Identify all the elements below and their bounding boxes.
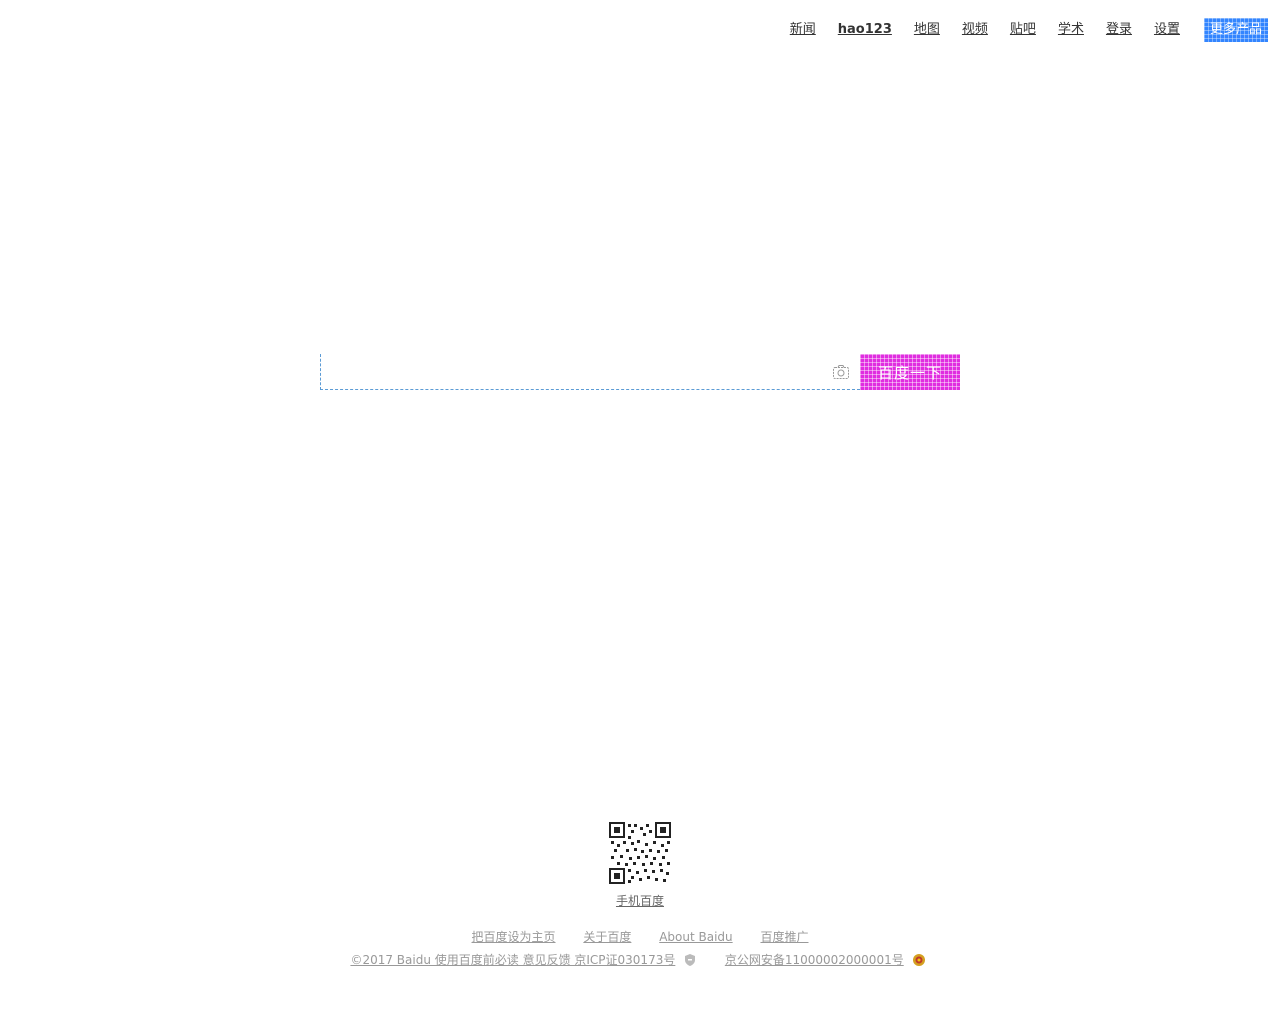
nav-link-xueshu[interactable]: 学术 — [1058, 18, 1084, 42]
nav-link-login[interactable]: 登录 — [1106, 18, 1132, 42]
top-nav: 新闻 hao123 地图 视频 贴吧 学术 登录 设置 更多产品 — [790, 18, 1268, 42]
police-badge-icon — [912, 953, 926, 967]
qr-caption[interactable]: 手机百度 — [0, 892, 1280, 909]
nav-link-hao123[interactable]: hao123 — [838, 18, 892, 42]
nav-link-video[interactable]: 视频 — [962, 18, 988, 42]
camera-icon[interactable] — [832, 363, 850, 381]
search-button[interactable]: 百度一下 — [860, 354, 960, 390]
footer-copyright: ©2017 Baidu 使用百度前必读 意见反馈 京ICP证030173号 京公… — [0, 951, 1280, 969]
more-products-button[interactable]: 更多产品 — [1204, 18, 1268, 42]
search-box — [320, 354, 860, 390]
footer-link-promotion[interactable]: 百度推广 — [760, 930, 808, 944]
footer-link-about-baidu[interactable]: About Baidu — [659, 930, 732, 944]
nav-link-tieba[interactable]: 贴吧 — [1010, 18, 1036, 42]
footer-link-set-homepage[interactable]: 把百度设为主页 — [472, 930, 556, 944]
nav-link-map[interactable]: 地图 — [914, 18, 940, 42]
nav-link-settings[interactable]: 设置 — [1154, 18, 1180, 42]
footer-links: 把百度设为主页 关于百度 About Baidu 百度推广 — [0, 928, 1280, 945]
search-form: 百度一下 — [320, 354, 960, 390]
footer-link-about[interactable]: 关于百度 — [583, 930, 631, 944]
police-record-link[interactable]: 京公网安备11000002000001号 — [725, 953, 904, 967]
nav-link-news[interactable]: 新闻 — [790, 18, 816, 42]
qr-code-icon — [609, 822, 671, 884]
icp-badge-icon — [683, 953, 697, 967]
qr-section: 手机百度 — [0, 822, 1280, 909]
search-input[interactable] — [321, 354, 821, 388]
copyright-text[interactable]: ©2017 Baidu 使用百度前必读 意见反馈 京ICP证030173号 — [350, 953, 675, 967]
